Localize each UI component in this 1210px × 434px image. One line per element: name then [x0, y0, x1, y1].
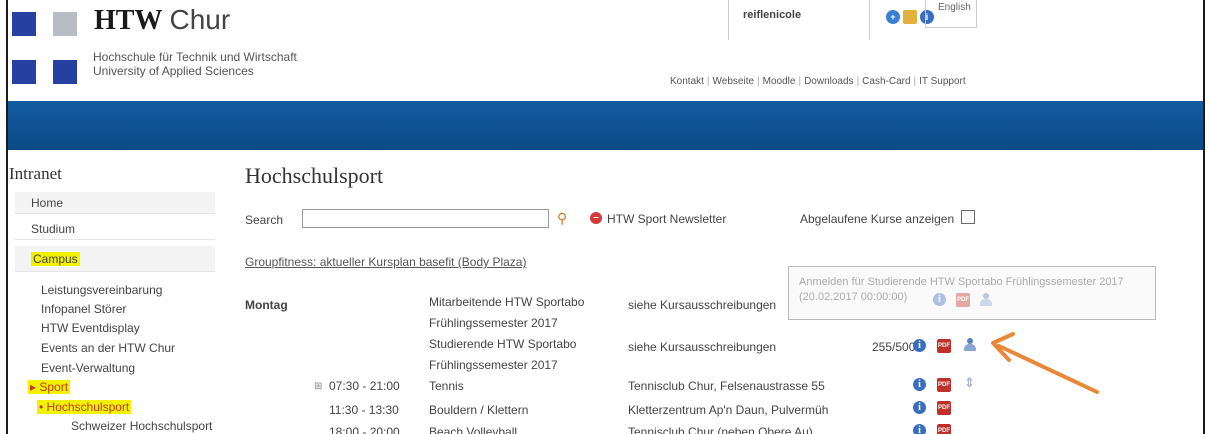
register-user-icon[interactable]	[964, 338, 976, 352]
logo-bold: HTW	[94, 5, 163, 36]
sidebar-subitem[interactable]: Event-Verwaltung	[41, 361, 135, 375]
tooltip-line1: Anmelden für Studierende HTW Sportabo Fr…	[799, 276, 1124, 288]
course-name: Mitarbeitende HTW Sportabo	[429, 295, 585, 309]
sidebar-subitem[interactable]: HTW Eventdisplay	[41, 321, 140, 335]
course-name: Bouldern / Klettern	[429, 403, 529, 417]
search-icon[interactable]: ⚲	[557, 210, 567, 227]
expired-label: Abgelaufene Kurse anzeigen	[800, 212, 955, 226]
hochschulsport-label: • Hochschulsport	[37, 400, 132, 414]
tooltip-icons: i PDF	[933, 293, 992, 307]
logo-subtitle-en: University of Applied Sciences	[93, 64, 254, 78]
language-switch[interactable]: English	[925, 0, 977, 28]
course-time: 07:30 - 21:00	[329, 379, 400, 393]
logo-title[interactable]: HTW Chur	[94, 4, 230, 37]
search-label: Search	[245, 213, 284, 227]
link-downloads[interactable]: Downloads	[804, 76, 853, 87]
add-icon[interactable]: +	[886, 10, 900, 24]
sidebar-item-sport[interactable]: ▸ Sport	[28, 380, 71, 394]
course-location: Tennisclub Chur, Felsenaustrasse 55	[628, 379, 825, 393]
search-input[interactable]	[302, 209, 549, 228]
logo-square	[12, 12, 36, 36]
info-icon[interactable]: i	[913, 401, 926, 414]
info-icon[interactable]: i	[913, 378, 926, 391]
course-time: 18:00 - 20:00	[329, 425, 400, 434]
frame-right-border	[1203, 0, 1205, 434]
sport-text: Sport	[39, 380, 69, 394]
sidebar-item-campus[interactable]: Campus	[15, 246, 215, 272]
expired-checkbox[interactable]	[961, 210, 975, 224]
top-links: Kontakt | Webseite | Moodle | Downloads | Cash-C…	[670, 76, 966, 87]
sidebar-item-schweizer[interactable]: Schweizer Hochschulsport	[71, 419, 212, 433]
course-count: 255/500	[872, 340, 916, 354]
course-name: Beach Volleyball	[429, 425, 518, 434]
user-icon	[980, 293, 992, 307]
course-name-2: Frühlingssemester 2017	[429, 316, 558, 330]
sidebar-subitem[interactable]: Events an der HTW Chur	[41, 341, 175, 355]
logo-light: Chur	[169, 4, 231, 35]
newsletter-icon[interactable]: –	[590, 212, 602, 224]
sidebar-title: Intranet	[9, 164, 62, 183]
sidebar-item-hochschulsport[interactable]: • Hochschulsport	[37, 400, 132, 414]
pdf-icon[interactable]: PDF	[937, 378, 951, 392]
course-location: Tennisclub Chur (neben Obere Au)	[628, 425, 813, 434]
hochschulsport-text: Hochschulsport	[46, 400, 130, 414]
pdf-icon[interactable]: PDF	[937, 339, 951, 353]
logo-subtitle-de: Hochschule für Technik und Wirtschaft	[93, 50, 297, 64]
sort-icon[interactable]: ⇕	[964, 375, 975, 391]
course-location: Kletterzentrum Ap'n Daun, Pulvermüh	[628, 403, 829, 417]
groupfitness-link[interactable]: Groupfitness: aktueller Kursplan basefit…	[245, 255, 526, 269]
sidebar-item-campus-label: Campus	[31, 252, 80, 266]
blue-band	[8, 101, 1203, 150]
logo-square	[12, 60, 36, 84]
logo-square	[53, 12, 77, 36]
username[interactable]: reiflenicole	[743, 9, 801, 21]
site-header: HTW Chur Hochschule für Technik und Wirt…	[8, 0, 1203, 95]
course-name-2: Frühlingssemester 2017	[429, 358, 558, 372]
info-icon: i	[933, 293, 946, 306]
link-it-support[interactable]: IT Support	[919, 76, 966, 87]
sidebar-item-studium[interactable]: Studium	[15, 218, 215, 240]
sidebar-subitem[interactable]: Infopanel Störer	[41, 302, 126, 316]
sport-label: ▸ Sport	[28, 380, 71, 394]
day-label: Montag	[245, 298, 288, 312]
pdf-icon[interactable]: PDF	[937, 424, 951, 434]
course-location: siehe Kursausschreibungen	[628, 340, 777, 354]
course-time: 11:30 - 13:30	[329, 403, 399, 417]
sidebar-subitem[interactable]: Leistungsvereinbarung	[41, 283, 162, 297]
pdf-icon[interactable]: PDF	[937, 401, 951, 415]
course-name: Studierende HTW Sportabo	[429, 337, 577, 351]
pdf-icon: PDF	[956, 293, 970, 307]
link-moodle[interactable]: Moodle	[763, 76, 796, 87]
link-cash-card[interactable]: Cash-Card	[862, 76, 910, 87]
info-icon[interactable]: i	[913, 339, 926, 352]
user-box: reiflenicole	[728, 0, 870, 40]
link-kontakt[interactable]: Kontakt	[670, 76, 704, 87]
folder-icon[interactable]	[903, 10, 917, 24]
language-label: English	[938, 2, 971, 13]
sidebar-item-home[interactable]: Home	[15, 192, 215, 214]
page-title: Hochschulsport	[245, 163, 384, 188]
link-webseite[interactable]: Webseite	[713, 76, 755, 87]
course-location: siehe Kursausschreibungen	[628, 298, 777, 312]
info-icon[interactable]: i	[913, 424, 926, 434]
expand-icon[interactable]: ⊞	[314, 381, 322, 392]
annotation-arrow-icon	[991, 332, 1099, 394]
newsletter-link[interactable]: HTW Sport Newsletter	[607, 212, 726, 226]
logo-square	[53, 60, 77, 84]
course-name: Tennis	[429, 379, 464, 393]
